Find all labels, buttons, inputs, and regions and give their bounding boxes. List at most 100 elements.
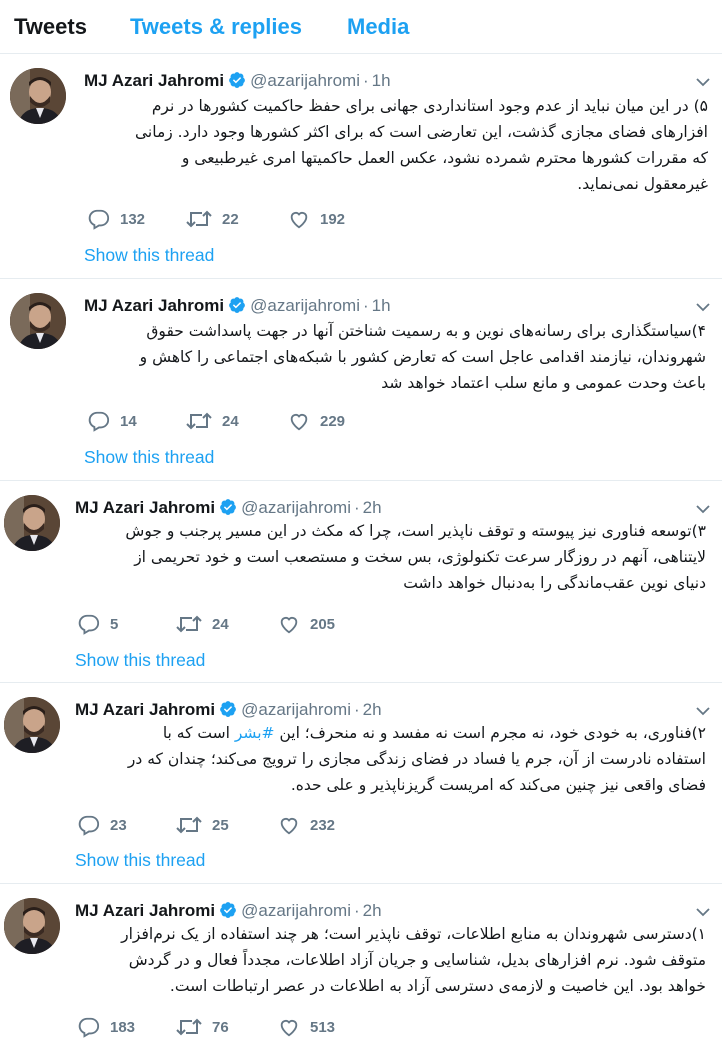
tweet-text-line: متوقف شود. نرم افزارهای بدیل، شناسایی و … [128, 951, 706, 969]
tweet-text-line: استفاده نادرست از آن، جرم یا فساد در فضا… [127, 750, 706, 768]
tweet[interactable]: MJ Azari Jahromi @azarijahromi · 2h ۲)فناور… [0, 684, 722, 884]
show-thread-link[interactable]: Show this thread [84, 245, 214, 266]
reply-icon [88, 209, 110, 230]
retweet-count: 24 [222, 413, 239, 430]
tweet-text-line: ۱)دسترسی شهروندان به منابع اطلاعات، توقف… [121, 925, 706, 943]
hashtag-link[interactable]: #بشر [235, 724, 275, 742]
reply-count: 23 [110, 817, 127, 834]
author-name[interactable]: MJ Azari Jahromi [84, 296, 224, 315]
tab-tweets[interactable]: Tweets [14, 14, 87, 40]
chevron-down-icon[interactable] [696, 504, 710, 514]
tweet-actions: 183 76 513 [78, 1015, 478, 1039]
tweet-text-line: که مقررات کشورها محترم شمرده نشود، عکس ا… [181, 149, 708, 167]
chevron-down-icon[interactable] [696, 706, 710, 716]
tweet-text: ۳)توسعه فناوری نیز پیوسته و توقف ناپذیر … [14, 518, 706, 596]
tweet-header: MJ Azari Jahromi @azarijahromi · 2h [75, 496, 382, 520]
tweet[interactable]: MJ Azari Jahromi @azarijahromi · 2h ۳)توسعه… [0, 482, 722, 683]
author-handle[interactable]: @azarijahromi [250, 71, 360, 90]
retweet-count: 24 [212, 616, 229, 633]
author-handle[interactable]: @azarijahromi [241, 901, 351, 920]
author-name[interactable]: MJ Azari Jahromi [75, 498, 215, 517]
verified-badge-icon [220, 499, 237, 515]
retweet-icon [176, 615, 202, 633]
author-name[interactable]: MJ Azari Jahromi [75, 700, 215, 719]
tweet-text: ۱)دسترسی شهروندان به منابع اطلاعات، توقف… [72, 921, 706, 999]
verified-badge-icon [229, 297, 246, 313]
chevron-down-icon[interactable] [696, 907, 710, 917]
tweet-text-line: باعث وحدت عمومی و مانع سلب اعتماد خواهد … [381, 374, 706, 392]
profile-tabs: Tweets Tweets & replies Media [0, 0, 722, 54]
tweet-text: ۴)سیاستگذاری برای رسانه‌های نوین و به رس… [14, 318, 706, 396]
tweet[interactable]: MJ Azari Jahromi @azarijahromi · 1h ۴)سیاست… [0, 280, 722, 481]
tab-tweets-and-replies[interactable]: Tweets & replies [130, 14, 302, 40]
chevron-down-icon[interactable] [696, 302, 710, 312]
separator-dot: · [354, 901, 360, 920]
tweet-text-segment: است که با [162, 724, 235, 742]
tweet-text-line: ۳)توسعه فناوری نیز پیوسته و توقف ناپذیر … [125, 522, 706, 540]
tweet-timestamp[interactable]: 2h [363, 700, 382, 719]
tweet-header: MJ Azari Jahromi @azarijahromi · 1h [84, 69, 391, 93]
reply-count: 132 [120, 211, 146, 228]
tweet-actions: 5 24 205 [78, 612, 478, 636]
tweet-text-line: فضای واقعی نیز چنین می‌کند که امریست گری… [290, 776, 706, 794]
reply-count: 5 [110, 616, 119, 633]
tweet-text-line: غیرمعقول نمی‌نماید. [577, 175, 708, 193]
separator-dot: · [354, 498, 360, 517]
tweet[interactable]: MJ Azari Jahromi @azarijahromi · 1h ۵) در ا… [0, 55, 722, 279]
retweet-count: 22 [222, 211, 239, 228]
tweet-header: MJ Azari Jahromi @azarijahromi · 1h [84, 294, 391, 318]
retweet-icon [186, 412, 212, 430]
tweet-text-line: شهروندان، نیازمند اقدامی عاجل است که تعا… [139, 348, 706, 366]
tweet-header: MJ Azari Jahromi @azarijahromi · 2h [75, 698, 382, 722]
tweet[interactable]: MJ Azari Jahromi @azarijahromi · 2h ۱)دسترس… [0, 885, 722, 1052]
author-name[interactable]: MJ Azari Jahromi [75, 901, 215, 920]
retweet-count: 76 [212, 1019, 229, 1036]
reply-icon [78, 815, 100, 836]
tweet-timestamp[interactable]: 2h [363, 498, 382, 517]
tweet-timestamp[interactable]: 1h [372, 296, 391, 315]
separator-dot: · [363, 71, 369, 90]
author-name[interactable]: MJ Azari Jahromi [84, 71, 224, 90]
avatar[interactable] [4, 898, 60, 954]
tweet-text-line: ۲)فناوری، به خودی خود، نه مجرم است نه مف… [60, 720, 706, 746]
retweet-count: 25 [212, 817, 229, 834]
separator-dot: · [363, 296, 369, 315]
like-count: 192 [320, 211, 346, 228]
heart-icon [290, 414, 308, 431]
tweet-timestamp[interactable]: 2h [363, 901, 382, 920]
heart-icon [280, 1020, 298, 1037]
heart-icon [280, 617, 298, 634]
verified-badge-icon [229, 72, 246, 88]
reply-icon [78, 614, 100, 635]
tweet-text-line: ۵) در این میان نباید از عدم وجود استاندا… [151, 97, 708, 115]
tweet-header: MJ Azari Jahromi @azarijahromi · 2h [75, 899, 382, 923]
tweet-timestamp[interactable]: 1h [372, 71, 391, 90]
tweet-actions: 14 24 229 [88, 409, 488, 433]
author-handle[interactable]: @azarijahromi [241, 498, 351, 517]
tweet-text-line: افزارهای فضای مجازی گذشت، این تعارضی است… [135, 123, 708, 141]
verified-badge-icon [220, 701, 237, 717]
tweet-text-line: خواهد بود. این خاصیت و لازمه‌ی دسترسی آز… [169, 977, 706, 995]
reply-icon [88, 411, 110, 432]
author-handle[interactable]: @azarijahromi [250, 296, 360, 315]
tweet-text: ۲)فناوری، به خودی خود، نه مجرم است نه مف… [60, 720, 706, 798]
tweet-text-segment: ۲)فناوری، به خودی خود، نه مجرم است نه مف… [274, 724, 706, 742]
show-thread-link[interactable]: Show this thread [75, 850, 205, 871]
show-thread-link[interactable]: Show this thread [75, 650, 205, 671]
reply-count: 14 [120, 413, 137, 430]
tweet-text: ۵) در این میان نباید از عدم وجود استاندا… [20, 93, 708, 197]
avatar[interactable] [4, 697, 60, 753]
tab-media[interactable]: Media [347, 14, 409, 40]
tweet-text-line: لایتناهی، آنهم در روزگار سرعت تکنولوژی، … [134, 548, 706, 566]
reply-count: 183 [110, 1019, 136, 1036]
like-count: 232 [310, 817, 336, 834]
separator-dot: · [354, 700, 360, 719]
verified-badge-icon [220, 902, 237, 918]
like-count: 205 [310, 616, 336, 633]
retweet-icon [176, 816, 202, 834]
like-count: 229 [320, 413, 346, 430]
chevron-down-icon[interactable] [696, 77, 710, 87]
retweet-icon [186, 210, 212, 228]
show-thread-link[interactable]: Show this thread [84, 447, 214, 468]
author-handle[interactable]: @azarijahromi [241, 700, 351, 719]
